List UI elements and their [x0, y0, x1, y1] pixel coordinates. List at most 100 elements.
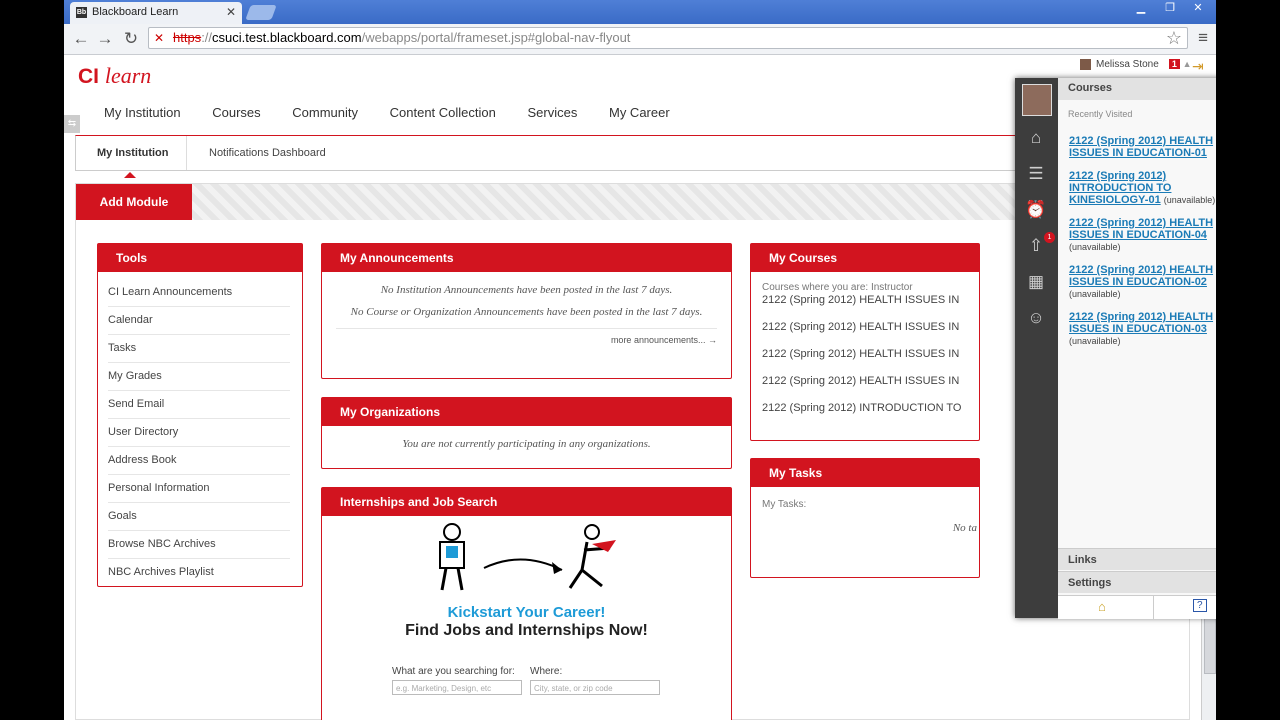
user-nav[interactable]: Melissa Stone 1 ▲ [1080, 59, 1192, 70]
close-window-icon[interactable]: ✕ [1186, 1, 1210, 15]
help-icon[interactable]: ? [1193, 599, 1207, 612]
logo-learn: learn [104, 63, 152, 88]
nav-courses[interactable]: Courses [212, 105, 260, 120]
blackboard-favicon-icon: Bb [76, 7, 87, 18]
tab-my-institution[interactable]: My Institution [97, 147, 169, 178]
kickstart-heading: Kickstart Your Career! [447, 604, 606, 621]
course-link[interactable]: 2122 (Spring 2012) HEALTH ISSUES IN [751, 341, 979, 368]
insecure-lock-icon: ✕ [154, 31, 165, 45]
recently-visited-label: Recently Visited [1068, 109, 1133, 119]
tool-address-book[interactable]: Address Book [108, 448, 290, 475]
ci-learn-logo[interactable]: CI learn [78, 63, 151, 89]
tab-close-icon[interactable]: ✕ [226, 5, 236, 19]
calendar-icon[interactable]: ▦ [1024, 270, 1048, 294]
organizations-module: My Organizations You are not currently p… [321, 397, 732, 469]
nav-content-collection[interactable]: Content Collection [390, 105, 496, 120]
home-icon[interactable]: ⌂ [1098, 599, 1106, 614]
flyout-panel: Courses Recently Visited 2122 (Spring 20… [1058, 78, 1216, 619]
career-illustration-icon [439, 523, 616, 591]
tab-title: Blackboard Learn [92, 6, 179, 18]
flyout-course-link[interactable]: 2122 (Spring 2012) INTRODUCTION TO KINES… [1069, 170, 1171, 206]
notification-badge: 1 [1168, 59, 1180, 70]
back-icon[interactable]: ← [70, 28, 92, 50]
collapse-menu-icon[interactable]: ⇆ [64, 115, 80, 133]
job-search-input[interactable]: e.g. Marketing, Design, etc [392, 680, 522, 695]
menu-icon[interactable]: ≡ [1198, 28, 1208, 48]
smiley-icon[interactable]: ☺ [1024, 306, 1048, 330]
more-announcements-link[interactable]: more announcements... → [322, 335, 731, 345]
flyout-course-link[interactable]: 2122 (Spring 2012) HEALTH ISSUES IN EDUC… [1069, 217, 1213, 241]
browser-window: Bb Blackboard Learn ✕ ▁ ❐ ✕ ← → ↻ ✕ http… [64, 0, 1216, 720]
user-name: Melissa Stone [1096, 59, 1159, 71]
my-tasks-label: My Tasks: [762, 499, 807, 510]
flyout-footer: ⌂ ? [1058, 595, 1216, 619]
announcements-msg-institution: No Institution Announcements have been p… [380, 284, 673, 296]
find-jobs-heading: Find Jobs and Internships Now! [405, 622, 648, 639]
browser-toolbar: ← → ↻ ✕ https://csuci.test.blackboard.co… [64, 24, 1216, 55]
url-host: csuci.test.blackboard.com [212, 30, 362, 45]
course-link[interactable]: 2122 (Spring 2012) HEALTH ISSUES IN [751, 314, 979, 341]
where-label: Where: [530, 666, 563, 677]
tool-goals[interactable]: Goals [108, 504, 290, 531]
tool-send-email[interactable]: Send Email [108, 392, 290, 419]
job-location-input[interactable]: City, state, or zip code [530, 680, 660, 695]
minimize-icon[interactable]: ▁ [1129, 1, 1153, 15]
nav-my-career[interactable]: My Career [609, 105, 670, 120]
flyout-course-link[interactable]: 2122 (Spring 2012) HEALTH ISSUES IN EDUC… [1069, 311, 1213, 335]
course-link[interactable]: 2122 (Spring 2012) HEALTH ISSUES IN [751, 368, 979, 395]
user-avatar[interactable] [1022, 84, 1052, 116]
flyout-course-item[interactable]: 2122 (Spring 2012) HEALTH ISSUES IN EDUC… [1058, 311, 1216, 347]
forward-icon[interactable]: → [94, 28, 116, 50]
tool-personal-information[interactable]: Personal Information [108, 476, 290, 503]
tool-user-directory[interactable]: User Directory [108, 420, 290, 447]
logo-ci: CI [78, 65, 99, 88]
add-module-button[interactable]: Add Module [76, 184, 192, 220]
reload-icon[interactable]: ↻ [120, 28, 142, 50]
internships-module: Internships and Job Search Kickstart You… [321, 487, 732, 720]
tab-divider [186, 136, 187, 170]
unavailable-label: (unavailable) [1069, 336, 1121, 346]
announcements-module: My Announcements No Institution Announce… [321, 243, 732, 379]
flyout-course-item[interactable]: 2122 (Spring 2012) HEALTH ISSUES IN EDUC… [1058, 217, 1216, 253]
organizations-title: My Organizations [322, 398, 731, 426]
url-path: /webapps/portal/frameset.jsp#global-nav-… [361, 30, 631, 45]
tab-notifications-dashboard[interactable]: Notifications Dashboard [209, 147, 326, 159]
my-courses-module: My Courses Courses where you are: Instru… [750, 243, 980, 441]
address-bar[interactable]: ✕ https://csuci.test.blackboard.com/weba… [148, 27, 1188, 49]
home-icon[interactable]: ⌂ [1024, 126, 1048, 150]
browser-tab[interactable]: Bb Blackboard Learn ✕ [70, 2, 242, 24]
flyout-course-link[interactable]: 2122 (Spring 2012) HEALTH ISSUES IN EDUC… [1069, 135, 1213, 159]
nav-services[interactable]: Services [528, 105, 578, 120]
alarm-clock-icon[interactable]: ⏰ [1024, 198, 1048, 222]
nav-my-institution[interactable]: My Institution [104, 105, 181, 120]
flyout-links[interactable]: Links [1058, 548, 1216, 570]
nav-community[interactable]: Community [292, 105, 358, 120]
url-separator: :// [201, 30, 213, 45]
course-link[interactable]: 2122 (Spring 2012) INTRODUCTION TO [751, 395, 979, 422]
flyout-course-item[interactable]: 2122 (Spring 2012) HEALTH ISSUES IN EDUC… [1058, 135, 1216, 159]
logout-icon[interactable]: ⇥ [1192, 58, 1210, 74]
updates-badge: 1 [1044, 232, 1055, 243]
tool-ci-learn-announcements[interactable]: CI Learn Announcements [108, 280, 290, 307]
internships-title: Internships and Job Search [322, 488, 731, 516]
title-bar: Bb Blackboard Learn ✕ ▁ ❐ ✕ [64, 0, 1216, 24]
maximize-icon[interactable]: ❐ [1158, 1, 1182, 15]
tool-browse-nbc-archives[interactable]: Browse NBC Archives [108, 532, 290, 559]
tool-calendar[interactable]: Calendar [108, 308, 290, 335]
flyout-course-link[interactable]: 2122 (Spring 2012) HEALTH ISSUES IN EDUC… [1069, 264, 1213, 288]
tool-nbc-archives-playlist[interactable]: NBC Archives Playlist [108, 560, 290, 586]
flyout-course-item[interactable]: 2122 (Spring 2012) HEALTH ISSUES IN EDUC… [1058, 264, 1216, 300]
course-link[interactable]: 2122 (Spring 2012) HEALTH ISSUES IN [751, 287, 979, 314]
my-courses-title: My Courses [751, 244, 979, 272]
tool-tasks[interactable]: Tasks [108, 336, 290, 363]
caret-up-icon: ▲ [1182, 59, 1192, 70]
new-tab-button[interactable] [245, 5, 277, 20]
courses-icon[interactable]: ☰ [1024, 162, 1048, 186]
bookmark-star-icon[interactable]: ☆ [1166, 28, 1182, 49]
tool-my-grades[interactable]: My Grades [108, 364, 290, 391]
my-tasks-title: My Tasks [751, 459, 979, 487]
flyout-settings[interactable]: Settings [1058, 571, 1216, 593]
flyout-course-item[interactable]: 2122 (Spring 2012) INTRODUCTION TO KINES… [1058, 170, 1216, 206]
flyout-courses-header: Courses [1058, 78, 1216, 100]
search-label: What are you searching for: [392, 666, 515, 677]
